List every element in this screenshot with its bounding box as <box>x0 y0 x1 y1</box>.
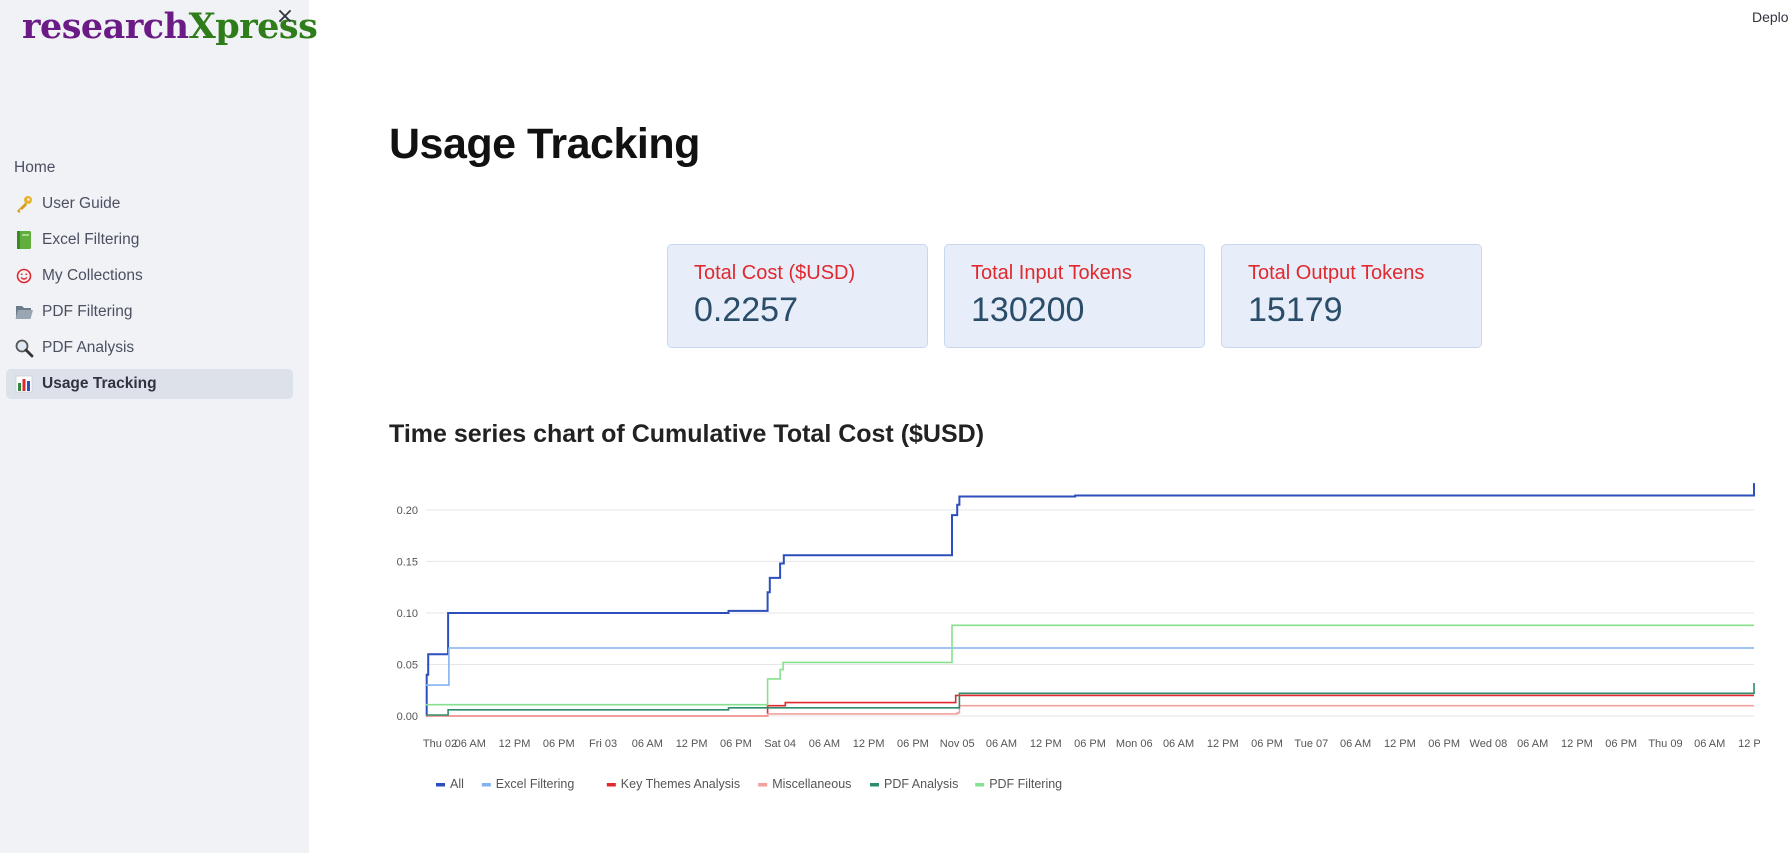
sidebar-nav: Home User Guide Excel Filtering My Colle… <box>6 153 293 405</box>
bar-chart-icon <box>14 374 34 394</box>
metric-value: 130200 <box>971 291 1085 329</box>
y-tick-label: 0.05 <box>397 659 418 671</box>
legend-label[interactable]: Key Themes Analysis <box>621 777 740 791</box>
y-tick-label: 0.20 <box>397 505 418 517</box>
sidebar-item-pdf-analysis[interactable]: PDF Analysis <box>6 333 293 363</box>
x-tick-label: 06 AM <box>1694 738 1725 750</box>
legend-swatch <box>975 783 985 787</box>
x-tick-label: 06 PM <box>1251 738 1283 750</box>
x-tick-label: Sat 04 <box>764 738 796 750</box>
x-tick-label: 12 PM <box>853 738 885 750</box>
x-tick-label: Tue 07 <box>1294 738 1328 750</box>
key-icon <box>14 194 34 214</box>
sidebar-item-excel-filtering[interactable]: Excel Filtering <box>6 225 293 255</box>
x-tick-label: 06 AM <box>455 738 486 750</box>
metric-card-total-output-tokens: Total Output Tokens 15179 <box>1221 244 1482 348</box>
x-tick-label: Nov 05 <box>940 738 975 750</box>
sidebar-item-user-guide[interactable]: User Guide <box>6 189 293 219</box>
sidebar-item-usage-tracking[interactable]: Usage Tracking <box>6 369 293 399</box>
close-icon: × <box>275 4 295 29</box>
y-tick-label: 0.00 <box>397 711 418 723</box>
x-tick-label: Thu 09 <box>1648 738 1682 750</box>
x-tick-label: 06 PM <box>720 738 752 750</box>
x-tick-label: 06 AM <box>986 738 1017 750</box>
x-tick-label: 12 PM <box>1030 738 1062 750</box>
legend-label[interactable]: Excel Filtering <box>496 777 575 791</box>
x-tick-label: 06 AM <box>632 738 663 750</box>
sidebar-item-home[interactable]: Home <box>6 153 293 183</box>
metric-card-total-input-tokens: Total Input Tokens 130200 <box>944 244 1205 348</box>
sidebar: researchXpress × Home User Guide Excel F… <box>0 0 318 853</box>
x-tick-label: 12 PM <box>1207 738 1239 750</box>
legend-label[interactable]: PDF Analysis <box>884 777 958 791</box>
legend-swatch <box>436 783 445 787</box>
metric-label: Total Cost ($USD) <box>694 262 856 284</box>
x-tick-label: 06 AM <box>1340 738 1371 750</box>
x-tick-label: 12 PM <box>1384 738 1416 750</box>
legend-label[interactable]: PDF Filtering <box>989 777 1062 791</box>
x-tick-label: 06 AM <box>809 738 840 750</box>
y-tick-label: 0.15 <box>397 556 418 568</box>
legend-label[interactable]: Miscellaneous <box>772 777 851 791</box>
legend-swatch <box>606 783 616 787</box>
legend-swatch <box>481 783 491 787</box>
x-tick-label: Thu 02 <box>423 738 457 750</box>
metric-label: Total Output Tokens <box>1248 262 1425 284</box>
sidebar-item-label: PDF Filtering <box>42 303 133 320</box>
x-tick-label: Wed 08 <box>1470 738 1508 750</box>
legend-swatch <box>758 783 768 787</box>
page-title: Usage Tracking <box>389 120 700 168</box>
sidebar-item-pdf-filtering[interactable]: PDF Filtering <box>6 297 293 327</box>
series-line-all[interactable] <box>425 483 1755 717</box>
sidebar-item-label: My Collections <box>42 267 143 284</box>
x-tick-label: 06 PM <box>1428 738 1460 750</box>
x-tick-label: 06 PM <box>1605 738 1637 750</box>
x-tick-label: 12 PM <box>676 738 708 750</box>
x-tick-label: 12 PM <box>499 738 531 750</box>
deploy-button[interactable]: Deploy <box>1752 9 1789 25</box>
legend-label[interactable]: All <box>450 777 464 791</box>
x-tick-label: Mon 06 <box>1116 738 1153 750</box>
smiley-icon <box>14 266 34 286</box>
legend-swatch <box>870 783 879 787</box>
x-tick-label: 12 PM <box>1738 738 1760 750</box>
x-tick-label: 06 PM <box>897 738 929 750</box>
sidebar-item-label: PDF Analysis <box>42 339 135 356</box>
sidebar-item-label: Excel Filtering <box>42 231 140 248</box>
metric-label: Total Input Tokens <box>971 262 1132 284</box>
magnifier-icon <box>14 338 34 358</box>
metric-value: 15179 <box>1248 291 1343 329</box>
sidebar-item-label: User Guide <box>42 195 121 212</box>
sidebar-item-label: Home <box>14 159 56 176</box>
x-tick-label: 06 PM <box>1074 738 1106 750</box>
series-line-miscellaneous[interactable] <box>426 704 1754 717</box>
x-tick-label: 12 PM <box>1561 738 1593 750</box>
sidebar-item-my-collections[interactable]: My Collections <box>6 261 293 291</box>
x-tick-label: 06 PM <box>543 738 575 750</box>
logo-text-research: research <box>22 6 189 47</box>
metric-value: 0.2257 <box>694 291 798 329</box>
y-tick-label: 0.10 <box>397 608 418 620</box>
logo-text-xpress: Xpress <box>188 6 318 47</box>
x-tick-label: 06 AM <box>1517 738 1548 750</box>
cumulative-cost-line-chart[interactable]: 0.000.050.100.150.20Thu 0206 AM 12 PM 06 P… <box>380 475 1760 805</box>
close-sidebar-button[interactable]: × <box>274 4 296 30</box>
chart-title: Time series chart of Cumulative Total Co… <box>389 420 985 448</box>
sidebar-item-label: Usage Tracking <box>42 375 157 392</box>
series-line-excel-filtering[interactable] <box>426 647 1754 686</box>
green-book-icon <box>14 230 34 250</box>
x-tick-label: 06 AM <box>1163 738 1194 750</box>
open-folder-icon <box>14 302 34 322</box>
series-line-pdf-analysis[interactable] <box>426 683 1755 716</box>
x-tick-label: Fri 03 <box>589 738 617 750</box>
metric-card-total-cost: Total Cost ($USD) 0.2257 <box>667 244 928 348</box>
